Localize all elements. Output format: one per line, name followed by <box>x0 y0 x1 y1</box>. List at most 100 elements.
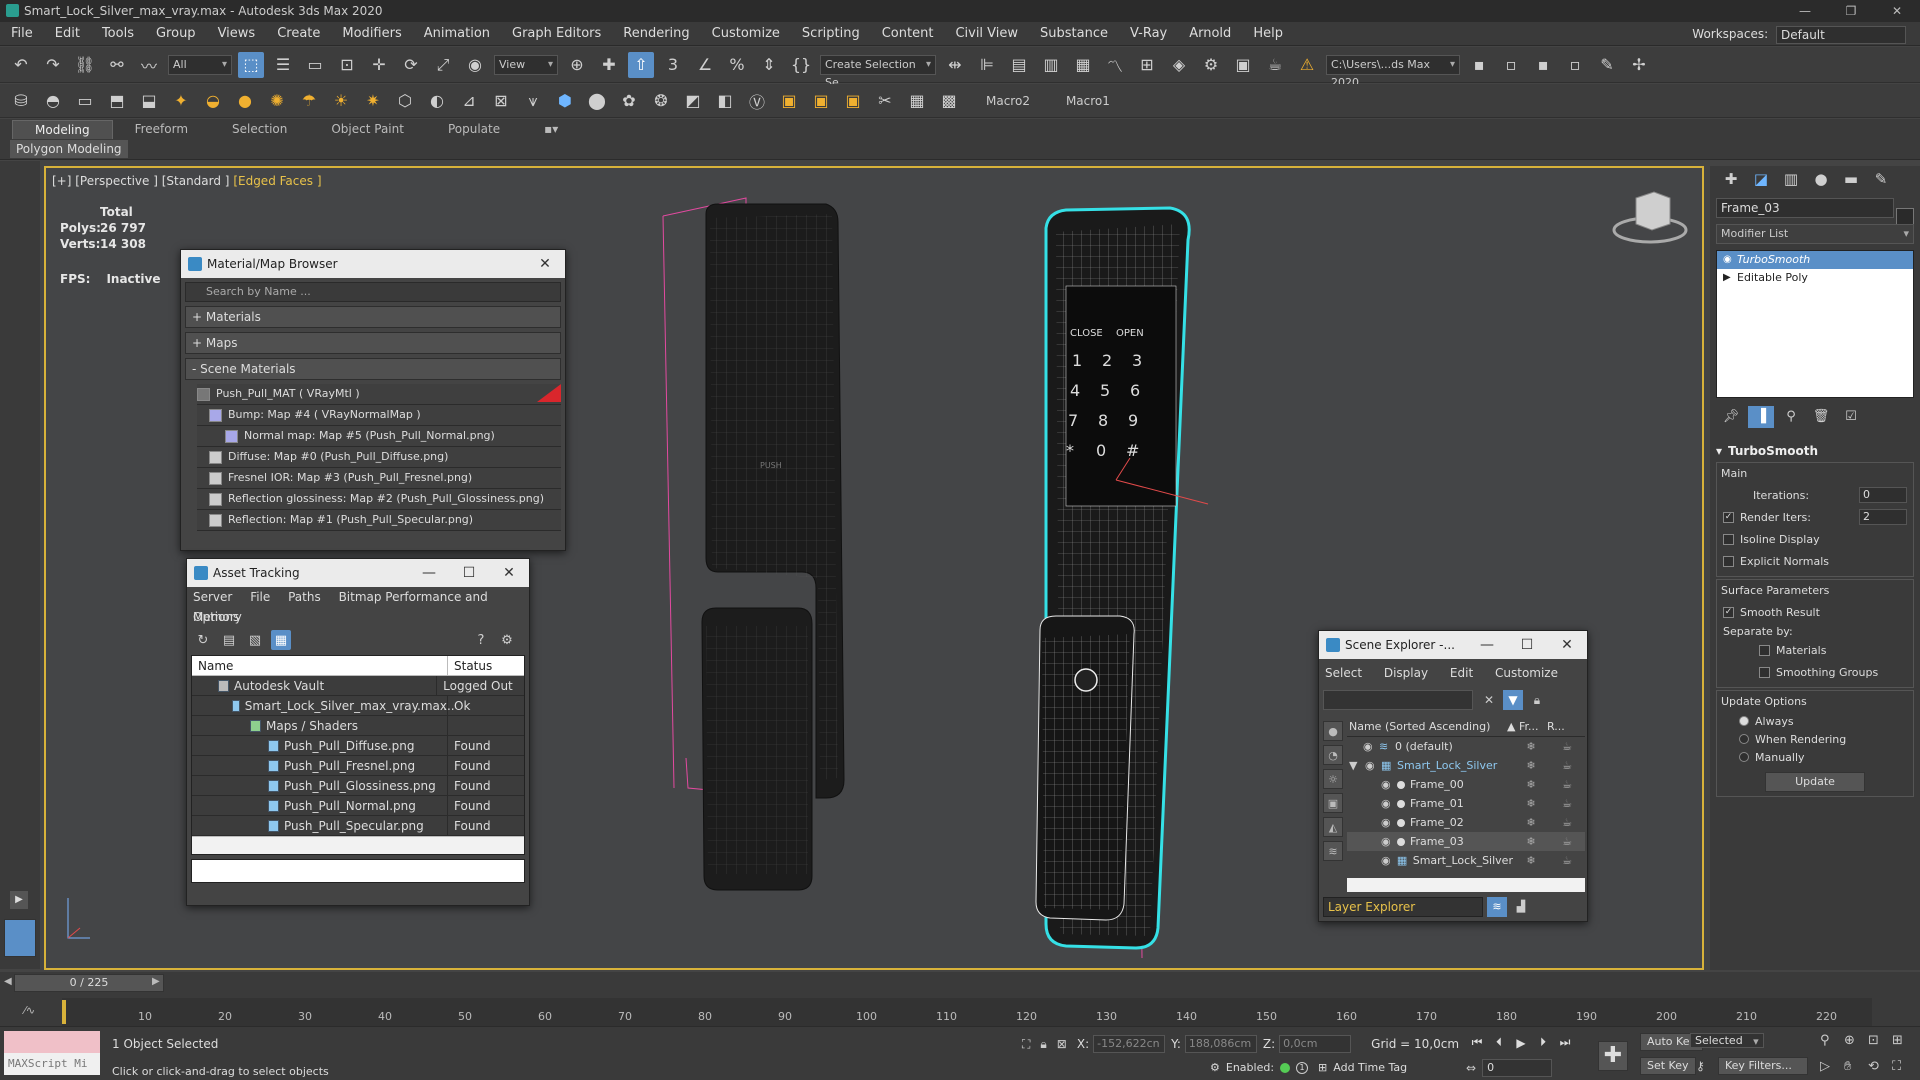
table-row[interactable]: Push_Pull_Glossiness.png Found <box>192 776 524 796</box>
menu-modifiers[interactable]: Modifiers <box>331 22 412 46</box>
close-button[interactable]: ✕ <box>1874 0 1920 22</box>
mirror-icon[interactable]: ⇹ <box>942 52 968 78</box>
x-coord-input[interactable]: -152,622cn <box>1093 1035 1166 1053</box>
map-item[interactable]: Fresnel IOR: Map #3 (Push_Pull_Fresnel.p… <box>197 468 561 489</box>
current-frame-marker[interactable] <box>62 1000 66 1024</box>
material-item[interactable]: Push_Pull_MAT ( VRayMtl ) <box>197 384 561 405</box>
set-key-big-icon[interactable]: ✚ <box>1598 1041 1628 1071</box>
frame-buffer-icon[interactable]: ▭ <box>72 88 98 114</box>
menu-file[interactable]: File <box>0 22 44 46</box>
render-teapot-icon[interactable]: ☕ <box>1549 775 1585 794</box>
place-icon[interactable]: ◉ <box>462 52 488 78</box>
remove-modifier-icon[interactable]: 🗑︎ <box>1808 406 1834 428</box>
info-icon[interactable]: 1 <box>1296 1061 1309 1074</box>
col-status[interactable]: Status <box>448 656 492 675</box>
vray-decal-icon[interactable]: ✿ <box>616 88 642 114</box>
visibility-eye-icon[interactable]: ◉ <box>1381 794 1393 813</box>
key-filters-button[interactable]: Key Filters... <box>1718 1057 1808 1075</box>
settings-icon[interactable]: ⚙ <box>497 630 517 650</box>
layer-explorer-icon[interactable]: ▥ <box>1038 52 1064 78</box>
ribbon-options-icon[interactable]: ▪▾ <box>522 120 580 138</box>
list-item[interactable]: ▼ ◉ ▦ Smart_Lock_Silver ❄ ☕ <box>1347 756 1585 775</box>
warning-icon[interactable]: ⚠ <box>1294 52 1320 78</box>
cameras-filter-icon[interactable]: ▣ <box>1323 793 1343 813</box>
reference-coordinate-dropdown[interactable]: View <box>494 54 558 75</box>
scene-maximize-button[interactable]: ☐ <box>1507 631 1547 659</box>
adaptive-degradation-icon[interactable]: ⚙ <box>1210 1061 1220 1074</box>
macro1-button[interactable]: Macro1 <box>1066 94 1110 108</box>
material-editor-icon[interactable]: ◈ <box>1166 52 1192 78</box>
enabled-indicator[interactable] <box>1280 1062 1291 1073</box>
asset-menu-paths[interactable]: Paths <box>288 590 321 604</box>
scene-menu-customize[interactable]: Customize <box>1495 666 1558 680</box>
vray-asset-icon[interactable]: ⬒ <box>104 88 130 114</box>
list-item[interactable]: ◉ Frame_00 ❄ ☕ <box>1347 775 1585 794</box>
menu-rendering[interactable]: Rendering <box>612 22 700 46</box>
zoom-icon[interactable]: ⚲ <box>1820 1033 1844 1048</box>
project-set-icon[interactable]: ▫ <box>1498 52 1524 78</box>
material-search-input[interactable]: Search by Name ... <box>185 282 561 302</box>
show-end-result-icon[interactable]: ▐ <box>1748 406 1774 428</box>
vray-logo-icon[interactable]: Ⓥ <box>744 88 770 114</box>
previous-frame-icon[interactable]: ⏴ <box>1488 1035 1510 1050</box>
menu-scripting[interactable]: Scripting <box>791 22 871 46</box>
move-icon[interactable]: ✛ <box>366 52 392 78</box>
create-tab-icon[interactable]: ✚ <box>1716 170 1746 188</box>
project-save-icon[interactable]: ▫ <box>1562 52 1588 78</box>
vray-sky-icon[interactable]: ✷ <box>360 88 386 114</box>
select-object-icon[interactable]: ⬚ <box>238 51 264 78</box>
menu-arnold[interactable]: Arnold <box>1178 22 1242 46</box>
clear-search-icon[interactable]: ✕ <box>1479 693 1499 707</box>
table-row[interactable]: Push_Pull_Diffuse.png Found <box>192 736 524 756</box>
y-coord-input[interactable]: 188,086cm <box>1184 1035 1257 1053</box>
freeze-icon[interactable]: ❄ <box>1513 813 1549 832</box>
when-rendering-radio[interactable] <box>1739 734 1749 744</box>
list-icon[interactable]: ▦ <box>904 88 930 114</box>
named-selection-dropdown[interactable]: Create Selection Se <box>820 54 936 89</box>
asset-tracking-titlebar[interactable]: Asset Tracking — ☐ ✕ <box>187 559 529 587</box>
project-path-dropdown[interactable]: C:\Users\...ds Max 2020 <box>1326 54 1460 89</box>
rollout-maps[interactable]: + Maps <box>185 332 561 354</box>
list-item[interactable]: ◉ Frame_01 ❄ ☕ <box>1347 794 1585 813</box>
absolute-mode-icon[interactable]: ⊠ <box>1057 1037 1067 1051</box>
teapot-icon[interactable]: ⛁ <box>8 88 34 114</box>
maximize-viewport-icon[interactable]: ⛶ <box>1892 1059 1916 1074</box>
always-radio[interactable] <box>1739 716 1749 726</box>
menu-vray[interactable]: V-Ray <box>1119 22 1178 46</box>
window-crossing-icon[interactable]: ⊡ <box>334 52 360 78</box>
select-manipulate-icon[interactable]: ✚ <box>596 52 622 78</box>
spacewarps-filter-icon[interactable]: ≋ <box>1323 841 1343 861</box>
menu-edit[interactable]: Edit <box>44 22 91 46</box>
iterations-spinner[interactable]: 0 <box>1859 487 1907 503</box>
bulb-icon[interactable]: ◉ <box>1723 251 1732 269</box>
scene-menu-edit[interactable]: Edit <box>1450 666 1473 680</box>
render-frame-icon[interactable]: ▣ <box>1230 52 1256 78</box>
scale-icon[interactable]: ⤢ <box>430 52 456 78</box>
tab-modeling[interactable]: Modeling <box>12 119 113 139</box>
stack-item-editable-poly[interactable]: ▶ Editable Poly <box>1717 269 1913 287</box>
filter-icon[interactable]: ▼ <box>1503 690 1523 710</box>
visibility-eye-icon[interactable]: ◉ <box>1363 737 1375 756</box>
table-row[interactable]: Push_Pull_Specular.png Found <box>192 816 524 836</box>
tab-populate[interactable]: Populate <box>426 120 522 138</box>
freeze-icon[interactable]: ❄ <box>1513 756 1549 775</box>
turbosmooth-rollout-header[interactable]: TurboSmooth <box>1714 444 1916 460</box>
asset-table-scrollbar[interactable] <box>192 836 524 854</box>
sort-by-layer-icon[interactable]: ≋ <box>1487 897 1507 917</box>
freeze-icon[interactable]: ❄ <box>1513 737 1549 756</box>
curve-editor-mini-icon[interactable]: ⁄∿ <box>24 1004 35 1017</box>
visibility-eye-icon[interactable]: ◉ <box>1365 756 1377 775</box>
menu-animation[interactable]: Animation <box>413 22 501 46</box>
list-item[interactable]: ◉ Frame_03 ❄ ☕ <box>1347 832 1585 851</box>
table-row[interactable]: Push_Pull_Fresnel.png Found <box>192 756 524 776</box>
snaps-toggle-icon[interactable]: 3 <box>660 52 686 78</box>
scene-menu-display[interactable]: Display <box>1384 666 1428 680</box>
utilities-tab-icon[interactable]: ✎ <box>1866 170 1896 188</box>
keyboard-shortcut-icon[interactable]: ⇧ <box>628 51 654 78</box>
menu-help[interactable]: Help <box>1242 22 1294 46</box>
asset-close-button[interactable]: ✕ <box>489 559 529 587</box>
go-to-end-icon[interactable]: ⏭ <box>1554 1035 1576 1050</box>
list-item[interactable]: ◉ Frame_02 ❄ ☕ <box>1347 813 1585 832</box>
grid-icon[interactable]: ▩ <box>936 88 962 114</box>
track-bar[interactable]: ⁄∿ 10 20 30 40 50 60 70 80 90 100 110 12… <box>0 998 1920 1026</box>
